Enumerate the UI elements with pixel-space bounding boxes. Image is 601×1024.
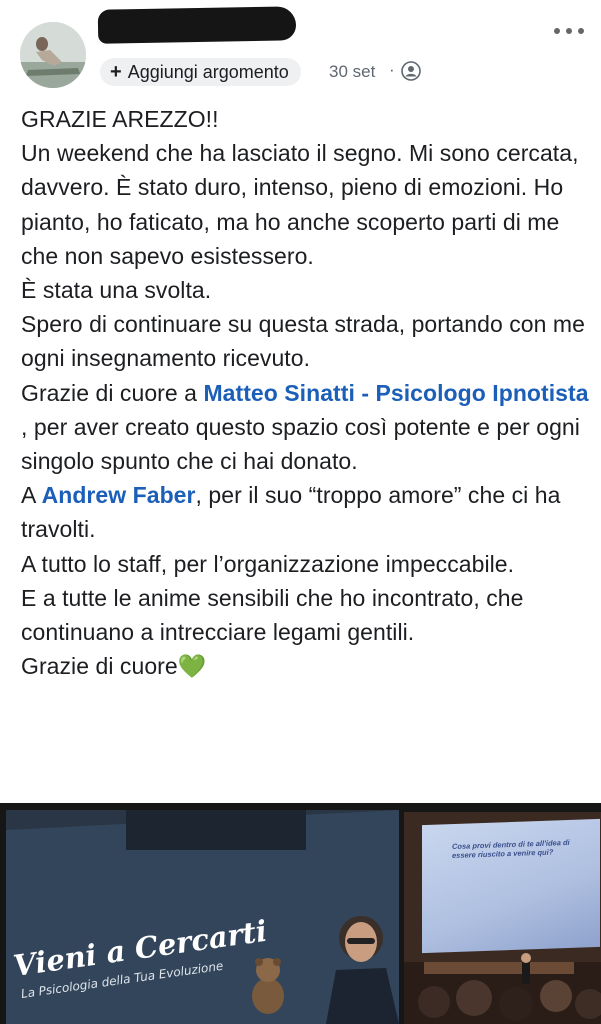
meta-separator: · <box>389 60 395 79</box>
add-topic-button[interactable]: + Aggiungi argomento <box>100 58 301 86</box>
post-paragraph: Un weekend che ha lasciato il segno. Mi … <box>21 140 579 269</box>
post-paragraph: E a tutte le anime sensibili che ho inco… <box>21 584 524 646</box>
post-paragraph: Spero di continuare su questa strada, po… <box>21 311 585 372</box>
plus-icon: + <box>110 61 122 83</box>
friends-icon[interactable] <box>401 61 421 81</box>
screen-question: Cosa provi dentro di te all'idea di esse… <box>452 837 570 861</box>
paragraph-text: , per aver creato questo spazio così pot… <box>21 413 580 475</box>
photo-grid: Vieni a Cercarti La Psicologia della Tua… <box>0 803 601 1024</box>
projector-screen: Cosa provi dentro di te all'idea di esse… <box>422 818 600 954</box>
paragraph-text: Grazie di cuore a <box>21 379 204 406</box>
post-date[interactable]: 30 set <box>329 62 375 82</box>
author-avatar[interactable] <box>20 22 86 88</box>
post-paragraph: Grazie di cuore💚 <box>21 653 207 680</box>
post-header: + Aggiungi argomento 30 set · <box>0 0 601 100</box>
more-dots-icon[interactable] <box>552 24 586 38</box>
post-body: GRAZIE AREZZO!! Un weekend che ha lascia… <box>21 102 591 683</box>
paragraph-text: A <box>21 482 42 509</box>
add-topic-label: Aggiungi argomento <box>127 61 289 82</box>
mention-andrew-faber[interactable]: Andrew Faber <box>42 482 196 508</box>
author-name-redacted <box>97 6 297 44</box>
mention-matteo-sinatti[interactable]: Matteo Sinatti - Psicologo Ipnotista <box>203 380 588 406</box>
event-photo-stage[interactable]: Vieni a Cercarti La Psicologia della Tua… <box>6 810 399 1024</box>
post-paragraph: GRAZIE AREZZO!! <box>21 106 219 132</box>
avatar-photo <box>20 22 86 88</box>
post-paragraph: Grazie di cuore a Matteo Sinatti - Psico… <box>21 376 591 479</box>
event-photo-audience[interactable]: Cosa provi dentro di te all'idea di esse… <box>404 812 601 1024</box>
post-paragraph: A Andrew Faber, per il suo “troppo amore… <box>21 478 591 546</box>
post-paragraph: A tutto lo staff, per l’organizzazione i… <box>21 550 515 577</box>
post-paragraph: È stata una svolta. <box>21 277 212 304</box>
